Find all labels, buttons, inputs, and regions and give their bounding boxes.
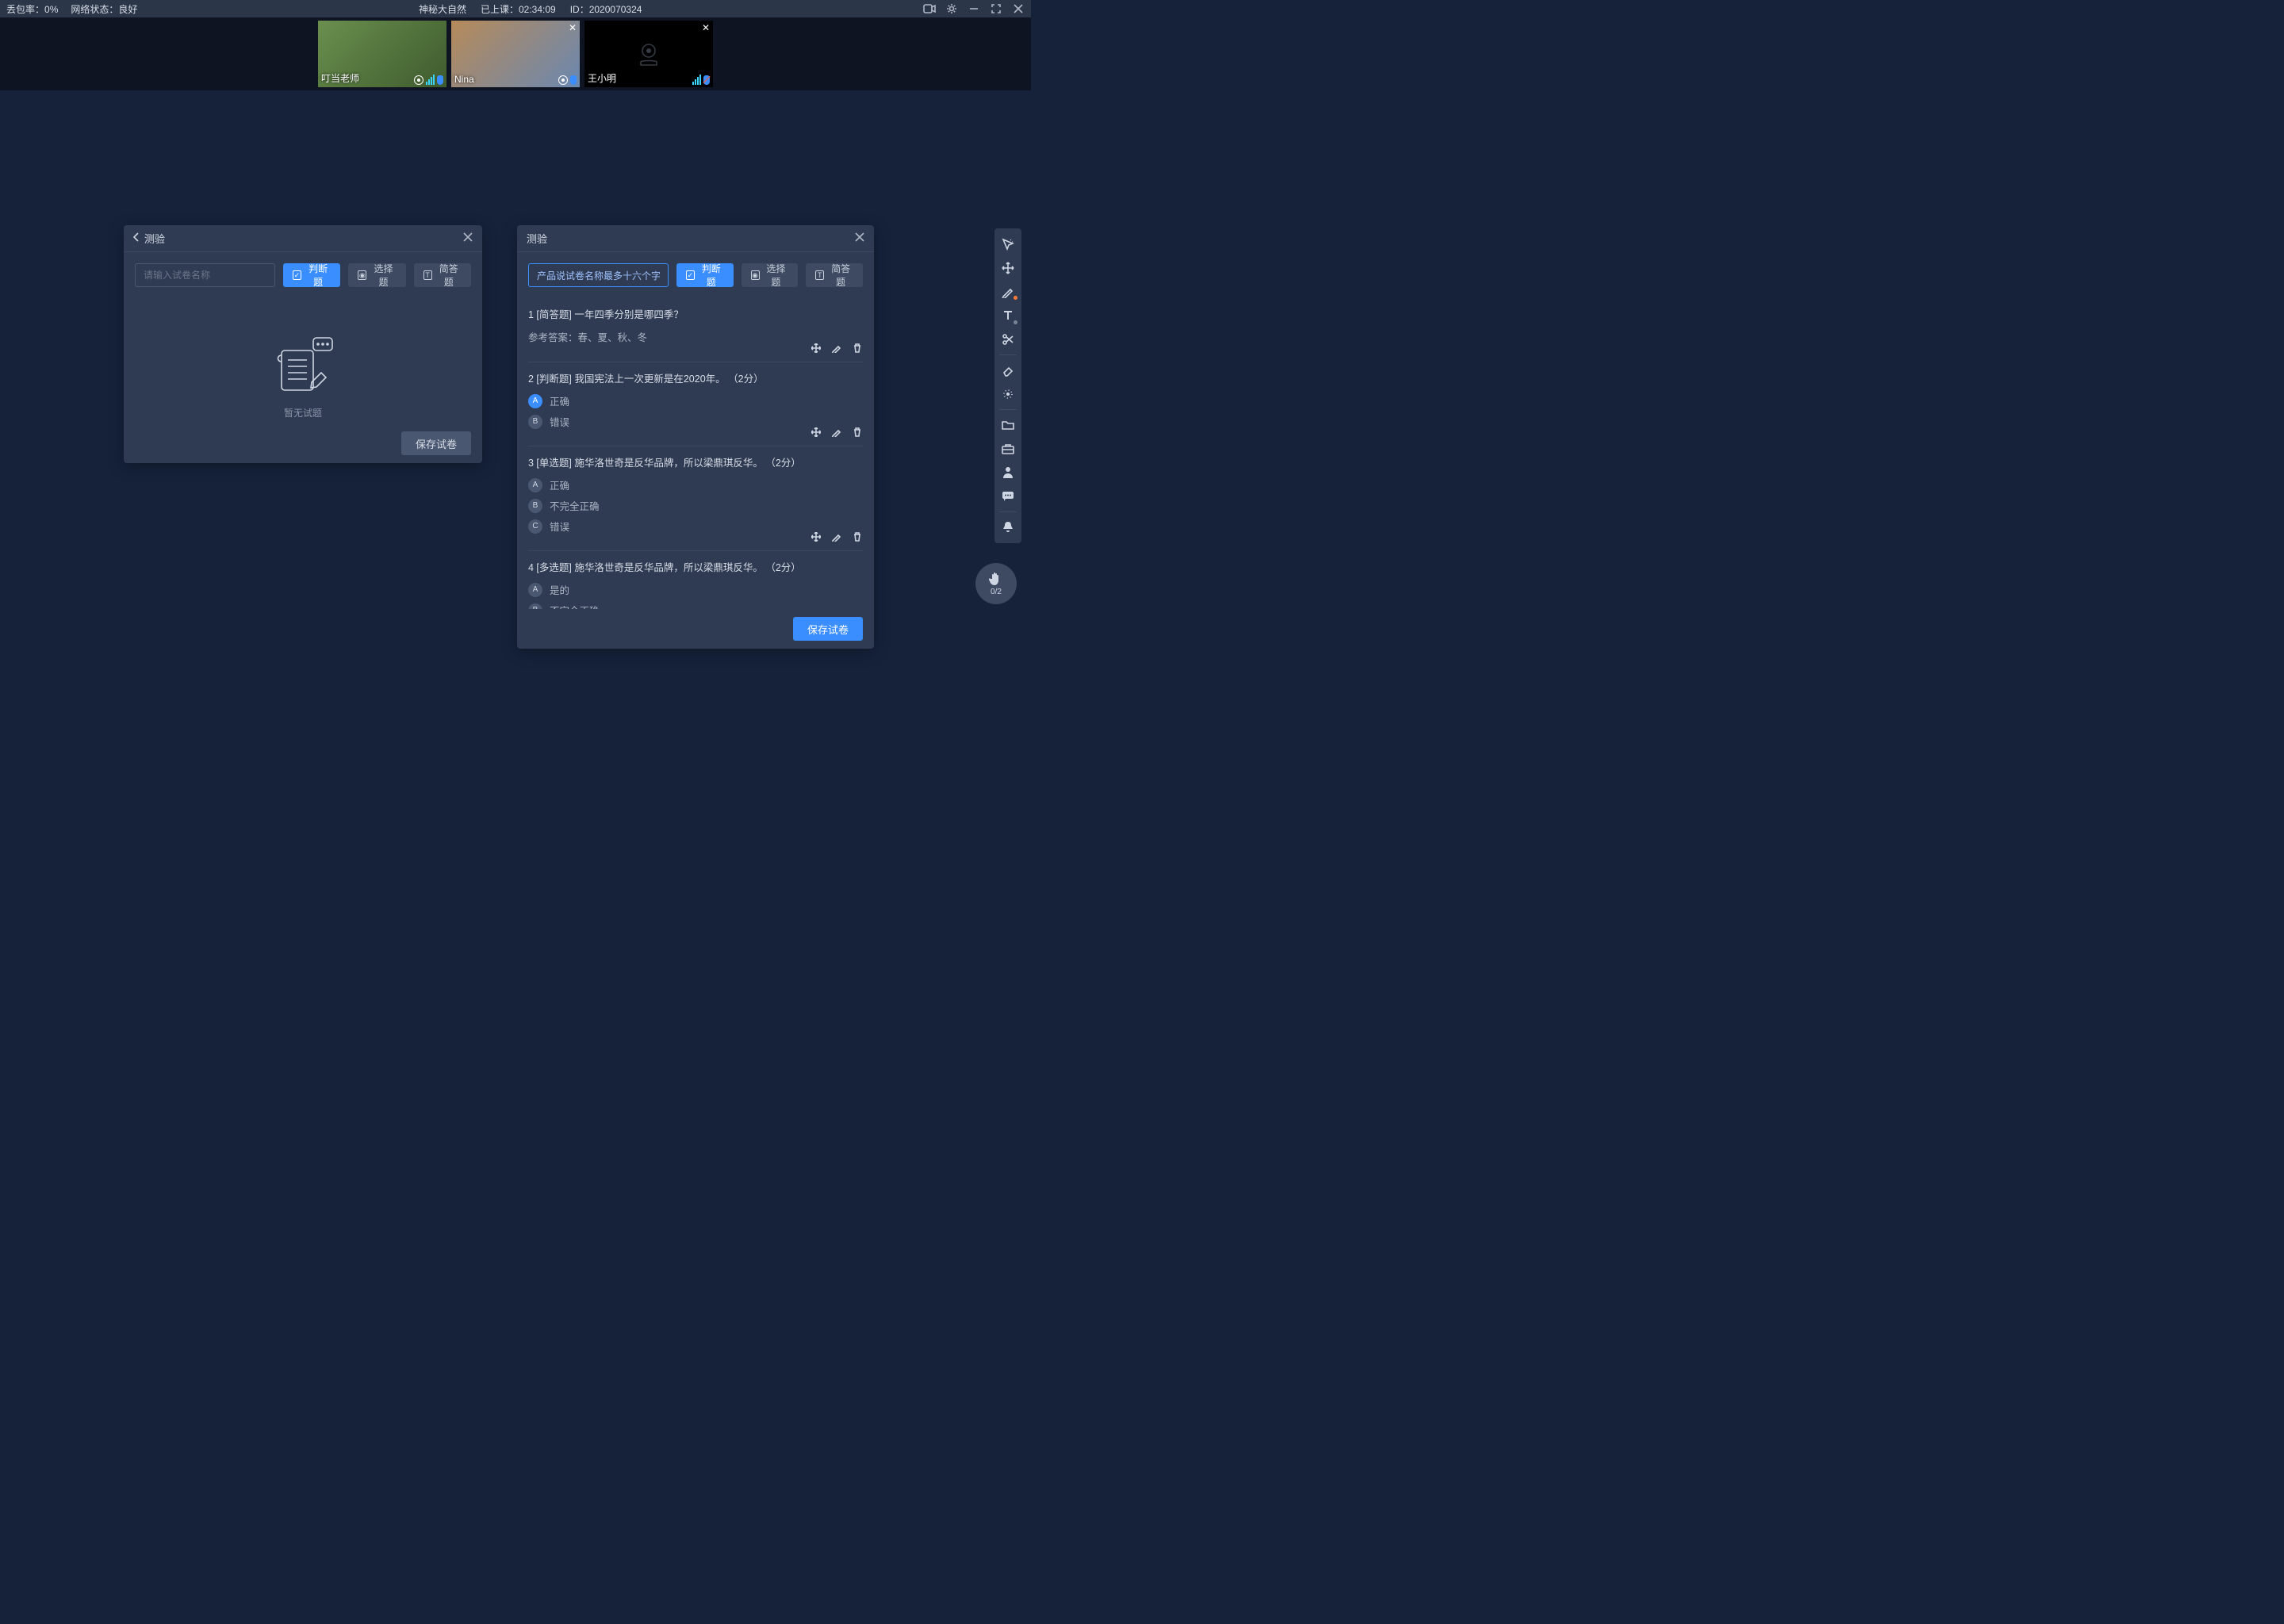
question-item: 3 [单选题] 施华洛世奇是反华品牌，所以梁鼎琪反华。 （2分） A正确 B不完全正… [528, 446, 863, 551]
laser-tool[interactable] [997, 383, 1019, 405]
network-status: 网络状态：良好 [71, 2, 137, 16]
bell-tool[interactable] [997, 516, 1019, 538]
option-bubble: B [528, 499, 542, 513]
pen-tool[interactable] [997, 281, 1019, 303]
fullscreen-icon[interactable] [990, 2, 1002, 15]
question-title: 1 [简答题] 一年四季分别是哪四季？ [528, 306, 863, 321]
move-question-icon[interactable] [811, 343, 822, 354]
quiz-name-input[interactable] [135, 263, 275, 287]
cursor-sparkle-tool[interactable] [997, 233, 1019, 255]
save-quiz-button[interactable]: 保存试卷 [401, 431, 471, 455]
video-name: Nina [454, 74, 474, 85]
folder-tool[interactable] [997, 414, 1019, 436]
question-item: 4 [多选题] 施华洛世奇是反华品牌，所以梁鼎琪反华。 （2分） A是的 B不完全正… [528, 551, 863, 609]
topbar: 丢包率：0% 网络状态：良好 神秘大自然 已上课：02:34:09 ID：202… [0, 0, 1031, 17]
question-item: 1 [简答题] 一年四季分别是哪四季？参考答案：春、夏、秋、冬 [528, 298, 863, 362]
video-strip: 叮当老师 ✕ Nina ✕ 王小明 [0, 17, 1031, 90]
video-tile[interactable]: ✕ 王小明 [584, 21, 713, 87]
option-bubble: A [528, 583, 542, 597]
panel-title: 测验 [527, 231, 855, 246]
mic-icon[interactable] [703, 75, 710, 85]
panel-close-icon[interactable] [463, 232, 473, 244]
hand-icon [989, 571, 1003, 587]
question-item: 2 [判断题] 我国宪法上一次更新是在2020年。 （2分）A正确B错误 [528, 362, 863, 446]
camera-toggle-icon[interactable] [923, 2, 936, 15]
add-shortanswer-button[interactable]: T简答题 [806, 263, 863, 287]
eraser-tool[interactable] [997, 359, 1019, 381]
video-name: 叮当老师 [321, 71, 359, 85]
volume-icon [426, 75, 435, 85]
panel-title: 测验 [144, 231, 463, 246]
question-actions [811, 427, 863, 438]
edit-question-icon[interactable] [831, 427, 842, 438]
quiz-panel-empty: 测验 ✓判断题 ◉选择题 T简答题 暂无试题 保存试卷 [124, 225, 482, 463]
target-icon[interactable] [414, 75, 423, 85]
mic-icon[interactable] [437, 75, 443, 85]
close-icon[interactable] [1012, 2, 1025, 15]
add-choice-button[interactable]: ◉选择题 [742, 263, 799, 287]
scissors-tool[interactable] [997, 328, 1019, 350]
question-option[interactable]: A正确 [528, 393, 863, 408]
panel-close-icon[interactable] [855, 232, 864, 244]
add-judge-button[interactable]: ✓判断题 [676, 263, 734, 287]
question-option[interactable]: A正确 [528, 477, 863, 492]
option-bubble: B [528, 415, 542, 429]
move-tool[interactable] [997, 257, 1019, 279]
quiz-name-input[interactable] [528, 263, 669, 287]
video-close-icon[interactable]: ✕ [702, 22, 710, 33]
video-tile[interactable]: ✕ Nina [451, 21, 580, 87]
empty-text: 暂无试题 [284, 406, 322, 419]
add-judge-button[interactable]: ✓判断题 [283, 263, 340, 287]
toolbox-tool[interactable] [997, 438, 1019, 460]
move-question-icon[interactable] [811, 531, 822, 542]
question-option[interactable]: A是的 [528, 582, 863, 597]
delete-question-icon[interactable] [852, 427, 863, 438]
person-tool[interactable] [997, 462, 1019, 484]
class-id: ID：2020070324 [570, 2, 642, 16]
class-title: 神秘大自然 [419, 2, 466, 16]
question-title: 3 [单选题] 施华洛世奇是反华品牌，所以梁鼎琪反华。 （2分） [528, 454, 863, 469]
video-close-icon[interactable]: ✕ [569, 22, 577, 33]
settings-icon[interactable] [945, 2, 958, 15]
chat-tool[interactable] [997, 485, 1019, 508]
edit-question-icon[interactable] [831, 531, 842, 542]
edit-question-icon[interactable] [831, 343, 842, 354]
option-bubble: A [528, 394, 542, 408]
delete-question-icon[interactable] [852, 343, 863, 354]
delete-question-icon[interactable] [852, 531, 863, 542]
move-question-icon[interactable] [811, 427, 822, 438]
question-title: 4 [多选题] 施华洛世奇是反华品牌，所以梁鼎琪反华。 （2分） [528, 559, 863, 574]
video-tile[interactable]: 叮当老师 [318, 21, 446, 87]
option-bubble: A [528, 478, 542, 492]
mic-icon[interactable] [570, 75, 577, 85]
packet-loss-stat: 丢包率：0% [6, 2, 58, 16]
handraise-badge[interactable]: 0/2 [975, 563, 1017, 604]
video-name: 王小明 [588, 71, 616, 85]
add-choice-button[interactable]: ◉选择题 [348, 263, 405, 287]
question-actions [811, 531, 863, 542]
save-quiz-button[interactable]: 保存试卷 [793, 617, 863, 641]
empty-state: 暂无试题 [135, 298, 471, 423]
handraise-count: 0/2 [991, 588, 1002, 596]
option-bubble: C [528, 519, 542, 534]
question-title: 2 [判断题] 我国宪法上一次更新是在2020年。 （2分） [528, 370, 863, 385]
empty-illustration-icon [267, 336, 339, 398]
target-icon[interactable] [558, 75, 568, 85]
class-duration: 已上课：02:34:09 [481, 2, 556, 16]
add-shortanswer-button[interactable]: T简答题 [414, 263, 471, 287]
question-actions [811, 343, 863, 354]
question-option[interactable]: B不完全正确 [528, 603, 863, 609]
back-icon[interactable] [133, 232, 140, 244]
volume-icon [692, 75, 701, 85]
option-bubble: B [528, 603, 542, 610]
minimize-icon[interactable] [968, 2, 980, 15]
text-tool[interactable] [997, 304, 1019, 327]
question-option[interactable]: B不完全正确 [528, 498, 863, 513]
right-toolbar [994, 228, 1021, 543]
quiz-panel-filled: 测验 ✓判断题 ◉选择题 T简答题 1 [简答题] 一年四季分别是哪四季？参考答… [517, 225, 874, 649]
